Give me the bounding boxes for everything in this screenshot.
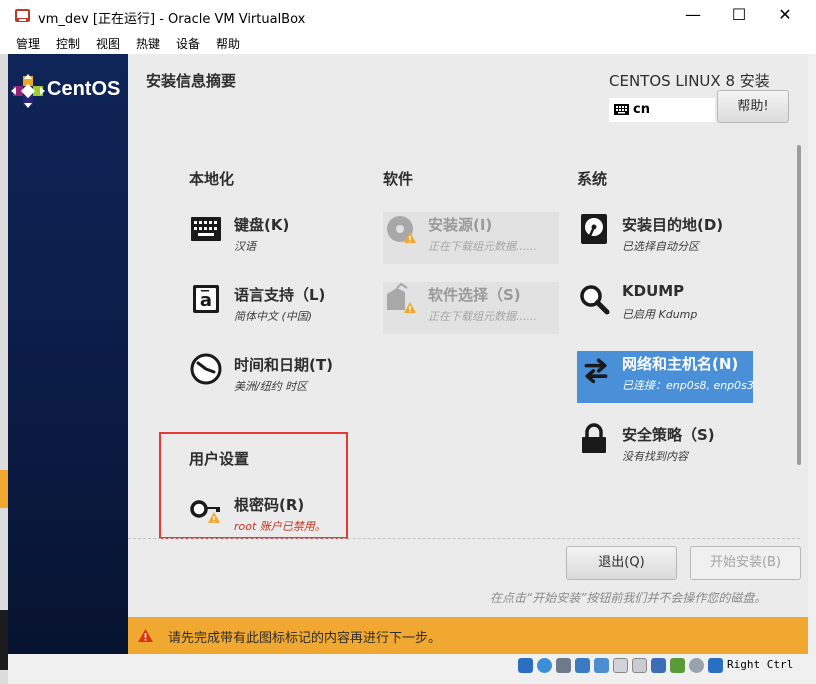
display-status-icon[interactable] — [632, 658, 647, 673]
menu-bar: 管理 控制 视图 热键 设备 帮助 — [0, 32, 816, 54]
spoke-title: KDUMP — [622, 282, 685, 300]
window-title: vm_dev [正在运行] - Oracle VM VirtualBox — [38, 12, 306, 27]
category-software: 软件 — [383, 170, 414, 188]
category-localization: 本地化 — [189, 170, 235, 188]
key-warning-icon — [190, 500, 220, 523]
language-icon: a — [193, 285, 219, 313]
video-capture-status-icon[interactable] — [651, 658, 666, 673]
spoke-root-password[interactable]: 根密码(R) root 账户已禁用。 — [189, 492, 344, 544]
quit-button[interactable]: 退出(Q) — [566, 546, 677, 580]
spoke-keyboard[interactable]: 键盘(K) 汉语 — [189, 212, 359, 264]
help-button[interactable]: 帮助! — [717, 90, 789, 123]
virtualization-status-icon[interactable] — [670, 658, 685, 673]
installer-sidebar — [8, 54, 128, 654]
spoke-language-support[interactable]: a 语言支持（L) 简体中文 (中国) — [189, 282, 359, 334]
menu-control[interactable]: 控制 — [56, 35, 80, 52]
virtualbox-icon — [15, 9, 30, 22]
spoke-kdump[interactable]: KDUMP 已启用 Kdump — [577, 282, 753, 334]
close-button[interactable]: ✕ — [762, 0, 808, 32]
spoke-status: 已连接：enp0s8, enp0s3 — [622, 379, 754, 392]
category-user-settings: 用户设置 — [189, 450, 250, 468]
spoke-status: 已启用 Kdump — [622, 308, 698, 321]
spoke-title: 软件选择（S) — [428, 286, 521, 304]
keyboard-layout-indicator[interactable]: cn — [609, 98, 715, 122]
host-desktop-fragment — [0, 470, 8, 508]
keyboard-layout-label: cn — [633, 102, 650, 117]
spoke-title: 语言支持（L) — [234, 286, 326, 304]
category-system: 系统 — [577, 170, 608, 188]
host-desktop-edge — [0, 54, 8, 684]
product-title: CENTOS LINUX 8 安装 — [609, 72, 770, 90]
hard-drive-icon — [581, 214, 607, 244]
centos-logo-icon — [11, 74, 45, 108]
spoke-installation-destination[interactable]: 安装目的地(D) 已选择自动分区 — [577, 212, 753, 264]
keyboard-icon — [614, 104, 629, 115]
spoke-title: 安全策略（S) — [622, 426, 715, 444]
window-border — [808, 54, 816, 684]
warning-icon — [138, 629, 153, 642]
disk-hint-text: 在点击“开始安装”按钮前我们并不会操作您的磁盘。 — [490, 591, 767, 605]
spoke-title: 安装源(I) — [428, 216, 493, 234]
spoke-status: 正在下载组元数据...... — [428, 240, 537, 253]
menu-help[interactable]: 帮助 — [216, 35, 240, 52]
window-titlebar: vm_dev [正在运行] - Oracle VM VirtualBox — ☐… — [0, 0, 816, 32]
spoke-title: 根密码(R) — [234, 496, 305, 514]
network-arrows-icon — [584, 358, 608, 384]
scrollbar[interactable] — [797, 145, 801, 465]
warning-text: 请先完成带有此图标标记的内容再进行下一步。 — [168, 631, 442, 646]
spoke-status: 没有找到内容 — [622, 450, 688, 463]
spoke-network-hostname[interactable]: 网络和主机名(N) 已连接：enp0s8, enp0s3 — [577, 351, 754, 403]
menu-manage[interactable]: 管理 — [16, 35, 40, 52]
host-key-label: Right Ctrl — [727, 658, 794, 671]
spoke-security-policy[interactable]: 安全策略（S) 没有找到内容 — [577, 422, 753, 474]
spoke-software-selection[interactable]: 软件选择（S) 正在下载组元数据...... — [383, 282, 559, 334]
mouse-integration-status-icon[interactable] — [689, 658, 704, 673]
hard-disk-status-icon[interactable] — [518, 658, 533, 673]
disc-warning-icon — [387, 216, 416, 243]
lock-icon — [582, 423, 606, 453]
spoke-installation-source[interactable]: 安装源(I) 正在下载组元数据...... — [383, 212, 559, 264]
separator — [128, 538, 800, 539]
optical-drive-status-icon[interactable] — [537, 658, 552, 673]
spoke-title: 键盘(K) — [234, 216, 290, 234]
menu-devices[interactable]: 设备 — [176, 35, 200, 52]
keyboard-icon — [191, 217, 221, 241]
maximize-button[interactable]: ☐ — [716, 0, 762, 32]
package-warning-icon — [387, 282, 416, 313]
spoke-status: 美洲/纽约 时区 — [234, 380, 308, 393]
spoke-status: 已选择自动分区 — [622, 240, 699, 253]
spoke-title: 网络和主机名(N) — [622, 355, 739, 373]
spoke-title: 时间和日期(T) — [234, 356, 333, 374]
usb-status-icon[interactable] — [594, 658, 609, 673]
menu-hotkeys[interactable]: 热键 — [136, 35, 160, 52]
svg-text:a: a — [200, 290, 212, 311]
spoke-status: 正在下载组元数据...... — [428, 310, 537, 323]
host-desktop-fragment — [0, 610, 8, 670]
spoke-status: root 账户已禁用。 — [234, 520, 326, 533]
vm-status-bar: Right Ctrl — [8, 654, 808, 684]
host-key-arrow-icon[interactable] — [708, 658, 723, 673]
minimize-button[interactable]: — — [670, 0, 716, 32]
spoke-time-date[interactable]: 时间和日期(T) 美洲/纽约 时区 — [189, 352, 359, 404]
audio-status-icon[interactable] — [556, 658, 571, 673]
clock-icon — [190, 353, 222, 385]
spoke-title: 安装目的地(D) — [622, 216, 724, 234]
shared-folders-status-icon[interactable] — [613, 658, 628, 673]
page-title: 安装信息摘要 — [146, 72, 237, 90]
network-status-icon[interactable] — [575, 658, 590, 673]
warning-bar: 请先完成带有此图标标记的内容再进行下一步。 — [128, 617, 808, 654]
spoke-status: 简体中文 (中国) — [234, 310, 313, 323]
centos-brand: CentOS — [47, 78, 121, 100]
menu-view[interactable]: 视图 — [96, 35, 120, 52]
magnifier-icon — [580, 285, 610, 315]
spoke-status: 汉语 — [234, 240, 256, 253]
begin-installation-button[interactable]: 开始安装(B) — [690, 546, 801, 580]
